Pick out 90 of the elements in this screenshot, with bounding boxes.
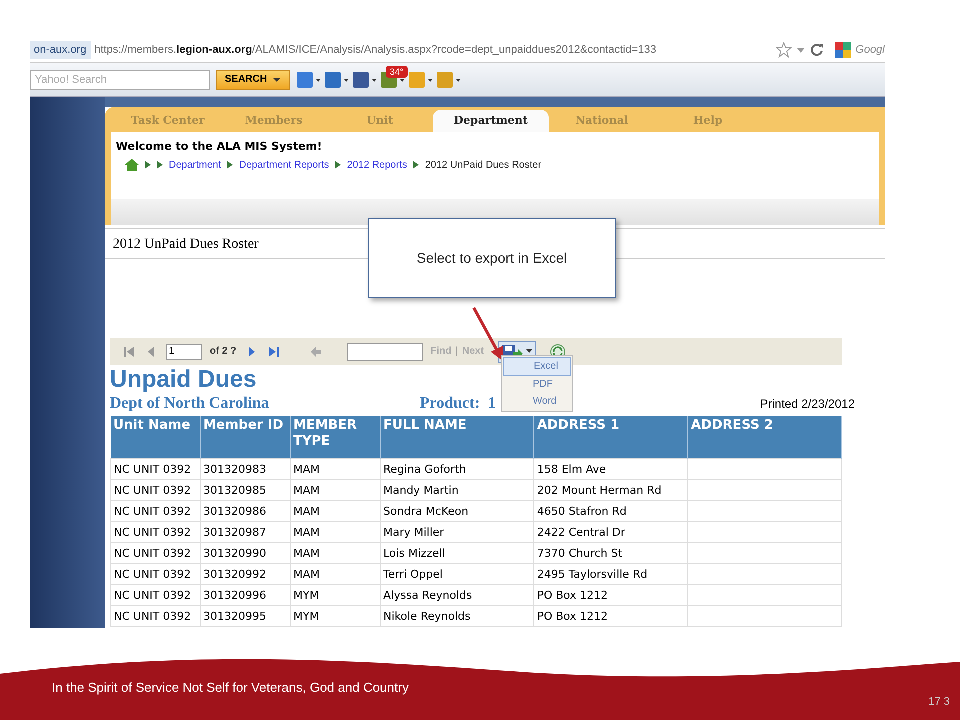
breadcrumb-link[interactable]: 2012 Reports: [347, 160, 408, 170]
report-subtitle: Dept of North Carolina: [110, 395, 270, 413]
table-cell: Regina Goforth: [380, 458, 534, 480]
breadcrumb-current: 2012 UnPaid Dues Roster: [425, 160, 542, 170]
table-cell: Sondra McKeon: [380, 500, 534, 522]
table-cell: NC UNIT 0392: [110, 522, 200, 542]
table-cell: Terri Oppel: [380, 564, 534, 584]
table-cell: 301320987: [200, 522, 290, 542]
tab-label[interactable]: on-aux.org: [30, 41, 91, 59]
search-engine-label[interactable]: Googl: [856, 44, 885, 56]
table-cell: MAM: [290, 542, 380, 564]
column-header: ADDRESS 2: [688, 416, 842, 458]
table-cell: MAM: [290, 564, 380, 584]
table-cell: NC UNIT 0392: [110, 606, 200, 626]
table-cell: PO Box 1212: [534, 606, 688, 626]
table-cell: MAM: [290, 458, 380, 480]
reload-icon[interactable]: [810, 42, 824, 58]
table-cell: 301320983: [200, 458, 290, 480]
menu-item[interactable]: Excel: [503, 357, 571, 376]
column-header: ADDRESS 1: [534, 416, 688, 458]
product-label: Product: 1: [420, 395, 496, 413]
column-header: Member ID: [200, 416, 290, 458]
arrow-icon: [413, 161, 420, 169]
nav-tab[interactable]: Department: [433, 110, 549, 132]
report-title: Unpaid Dues: [110, 365, 257, 395]
table-cell: 301320990: [200, 542, 290, 564]
home-icon[interactable]: [125, 159, 139, 171]
toolbar-icon[interactable]: [324, 70, 350, 88]
welcome-text: Welcome to the ALA MIS System!: [115, 140, 324, 153]
nav-tab[interactable]: Members: [221, 110, 327, 132]
caret-icon: [273, 76, 282, 82]
table-cell: MAM: [290, 480, 380, 500]
arrow-icon: [227, 161, 234, 169]
last-page-icon[interactable]: [266, 346, 281, 358]
nav-tab[interactable]: National: [549, 110, 655, 132]
table-cell: 301320985: [200, 480, 290, 500]
table-cell: Mandy Martin: [380, 480, 534, 500]
table-cell: 2422 Central Dr: [534, 522, 688, 542]
table-cell: NC UNIT 0392: [110, 458, 200, 480]
printed-date: Printed 2/23/2012: [760, 397, 855, 411]
table-cell: NC UNIT 0392: [110, 500, 200, 522]
table-cell: 2495 Taylorsville Rd: [534, 564, 688, 584]
breadcrumb-link[interactable]: Department: [169, 160, 222, 170]
star-icon[interactable]: [776, 42, 792, 58]
table-cell: 301320986: [200, 500, 290, 522]
table-cell: Mary Miller: [380, 522, 534, 542]
table-cell: PO Box 1212: [534, 584, 688, 606]
page-field[interactable]: 1: [166, 344, 202, 360]
arrow-icon: [335, 161, 342, 169]
table-cell: 301320992: [200, 564, 290, 584]
table-cell: 4650 Stafron Rd: [534, 500, 688, 522]
column-header: FULL NAME: [380, 416, 534, 458]
column-header: Unit Name: [110, 416, 200, 458]
search-field[interactable]: Yahoo! Search: [30, 70, 210, 90]
find-field[interactable]: [346, 342, 423, 360]
table-cell: MYM: [290, 606, 380, 626]
table-cell: Nikole Reynolds: [380, 606, 534, 626]
separator-text: |: [456, 346, 458, 357]
table-cell: NC UNIT 0392: [110, 584, 200, 606]
page-count: of 2 ?: [210, 346, 237, 357]
nav-tab[interactable]: Help: [655, 110, 761, 132]
page-number: 17 3: [928, 696, 950, 708]
weather-badge: 34°: [386, 66, 408, 78]
address-bar[interactable]: https://members.legion-aux.org/ALAMIS/ICE/Analysis/Analysis.aspx?rcode=dept_unpaiddues2012&contactid=133: [94, 44, 772, 56]
menu-item[interactable]: Word: [503, 393, 571, 410]
table-cell: Lois Mizzell: [380, 542, 534, 564]
table-cell: 202 Mount Herman Rd: [534, 480, 688, 500]
first-page-icon[interactable]: [122, 346, 136, 358]
table-cell: MAM: [290, 522, 380, 542]
menu-item[interactable]: PDF: [503, 376, 571, 393]
footer-motto: In the Spirit of Service Not Self for Veterans, God and Country: [52, 680, 409, 695]
back-icon[interactable]: [308, 346, 323, 358]
table-cell: 7370 Church St: [534, 542, 688, 564]
column-header: MEMBER TYPE: [290, 416, 380, 458]
table-cell: Alyssa Reynolds: [380, 584, 534, 606]
table-cell: 301320996: [200, 584, 290, 606]
breadcrumb-link[interactable]: Department Reports: [239, 160, 330, 170]
table-cell: NC UNIT 0392: [110, 542, 200, 564]
table-cell: MYM: [290, 584, 380, 606]
table-cell: 158 Elm Ave: [534, 458, 688, 480]
table-cell: MAM: [290, 500, 380, 522]
table-cell: NC UNIT 0392: [110, 564, 200, 584]
search-button[interactable]: SEARCH: [216, 70, 290, 90]
search-engine-icon[interactable]: [834, 41, 852, 59]
toolbar-icon[interactable]: [352, 70, 378, 88]
nav-tab[interactable]: Task Center: [115, 110, 221, 132]
table-cell: 301320995: [200, 606, 290, 626]
nav-tab[interactable]: Unit: [327, 110, 433, 132]
toolbar-icon[interactable]: [296, 70, 322, 88]
table-cell: NC UNIT 0392: [110, 480, 200, 500]
